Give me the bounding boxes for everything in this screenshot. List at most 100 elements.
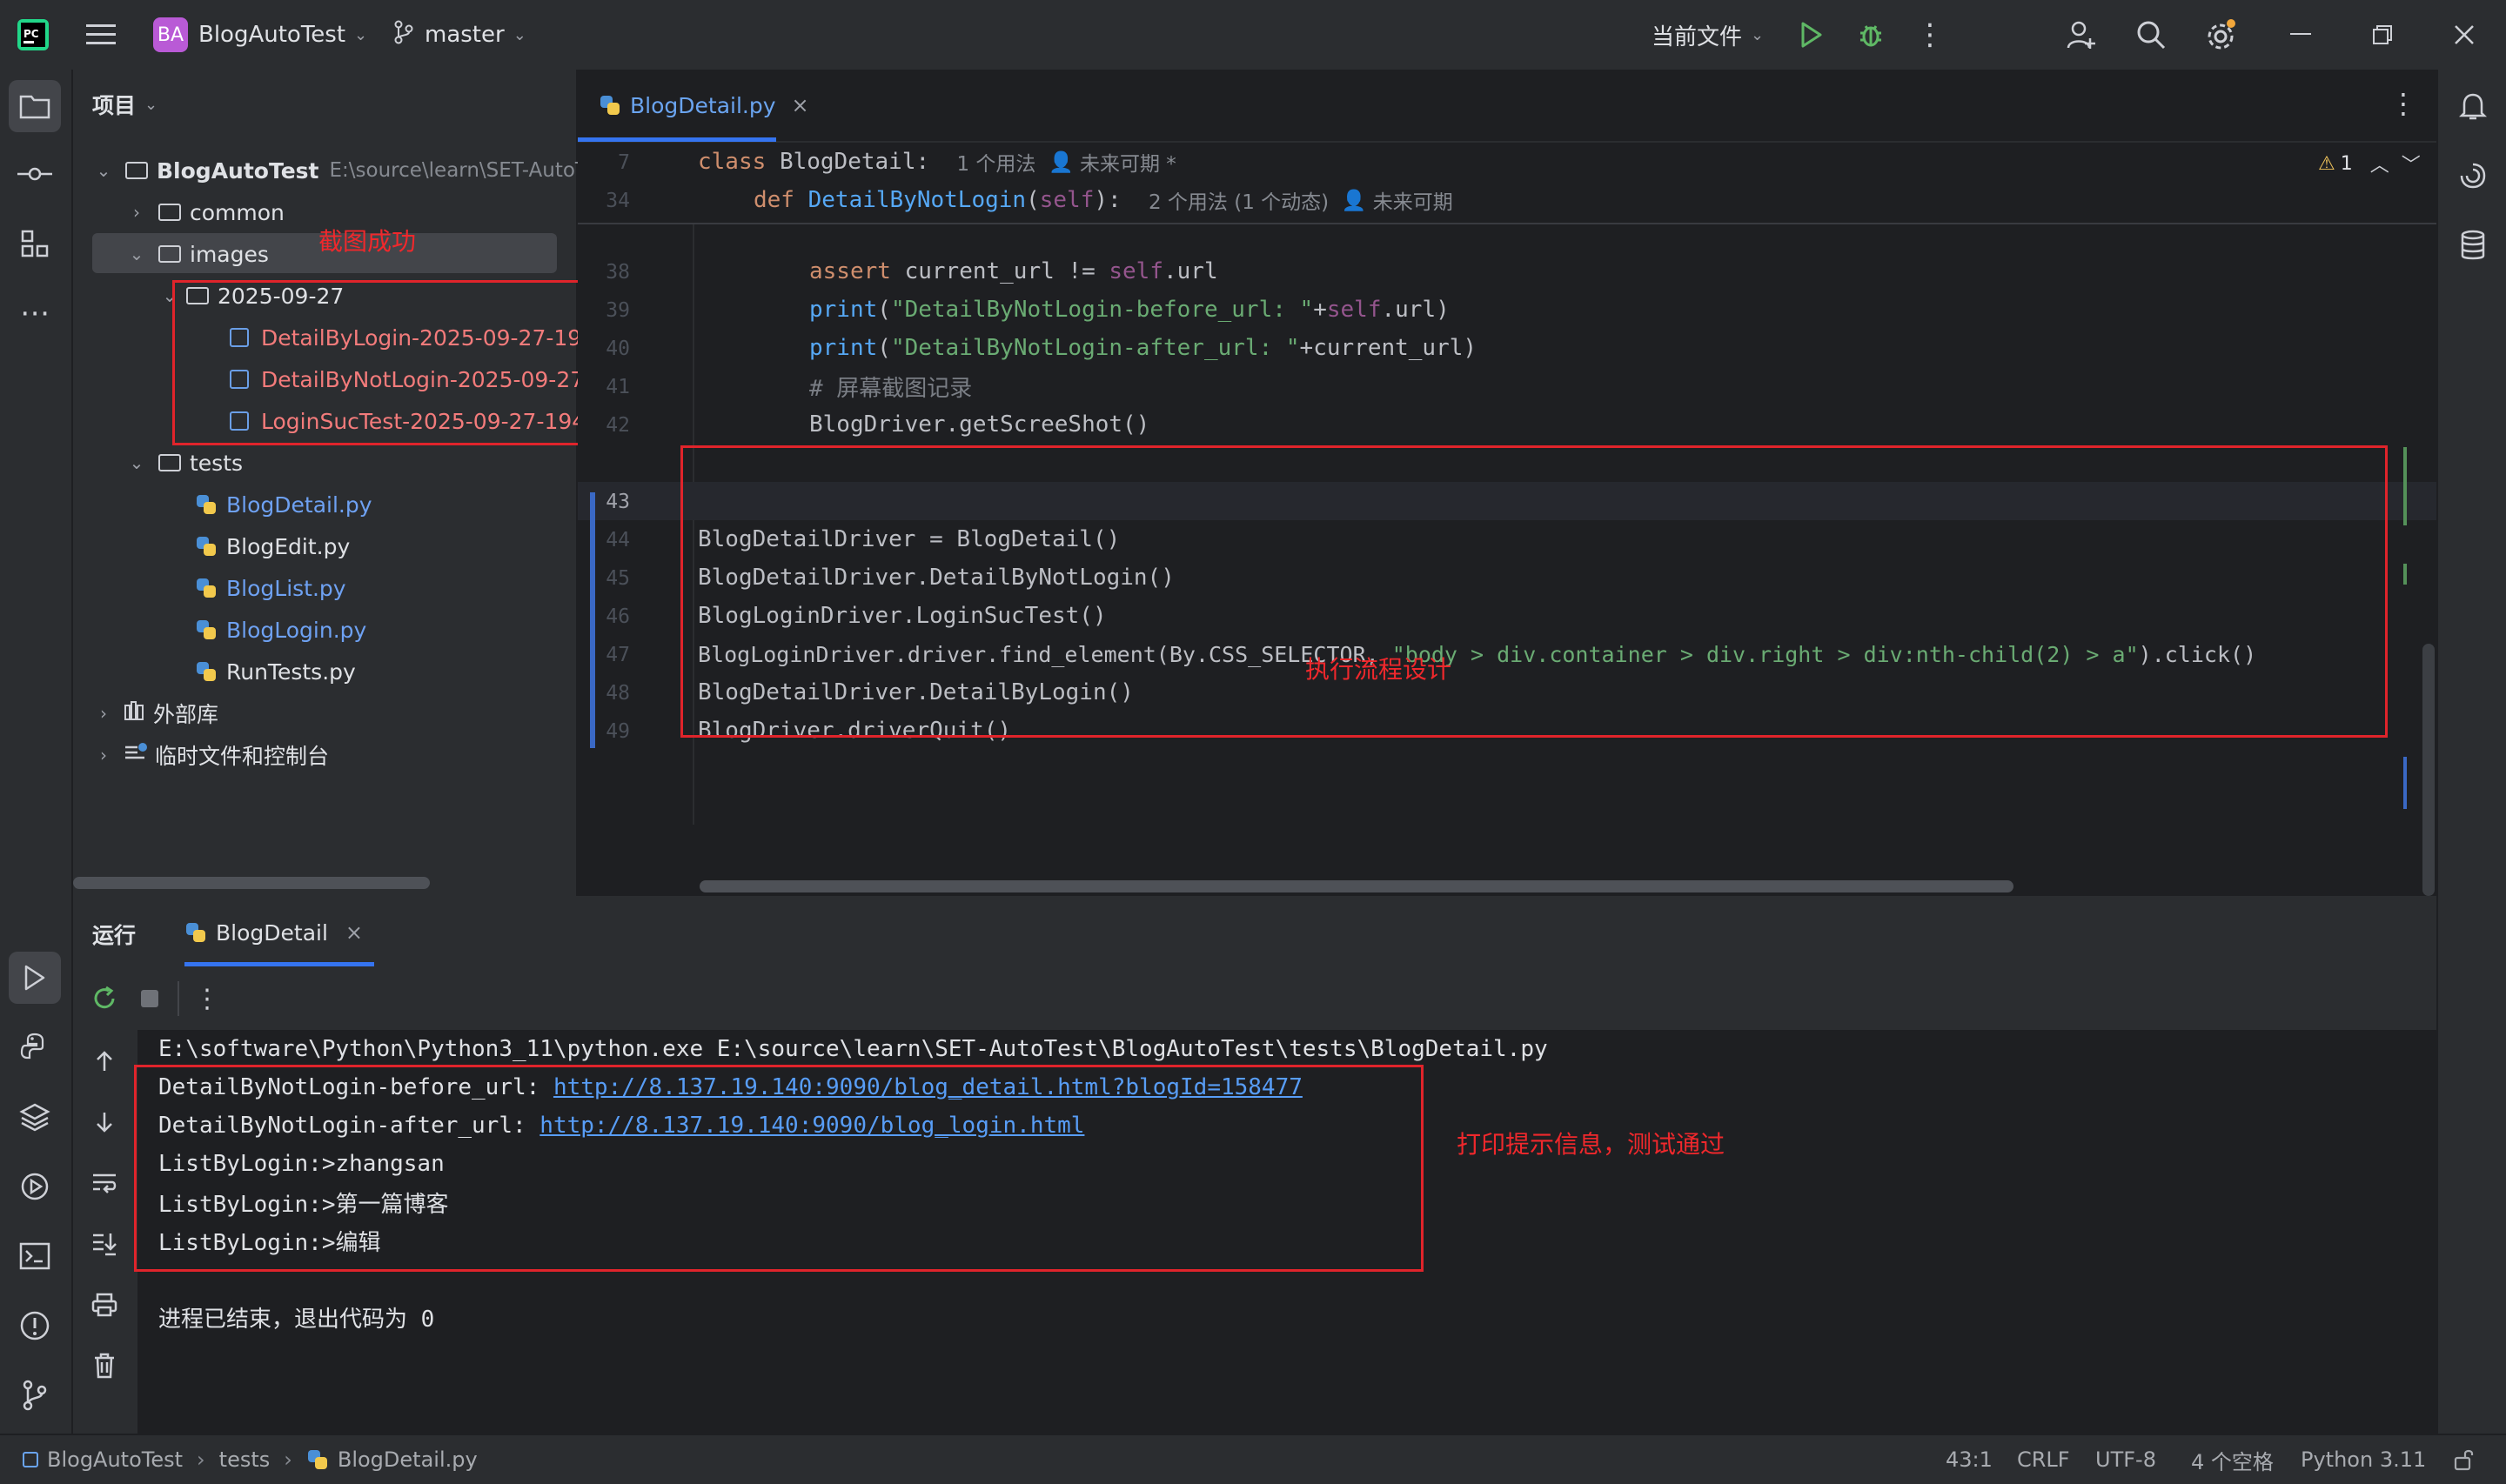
close-tab-icon[interactable]: ×	[792, 93, 809, 117]
arrow-down-icon[interactable]	[89, 1106, 120, 1138]
cursor-position[interactable]: 43:1	[1946, 1435, 1993, 1484]
python-console-icon[interactable]	[9, 1021, 61, 1073]
status-bar: BlogAutoTest › tests › BlogDetail.py 43:…	[0, 1434, 2506, 1484]
code-line-42[interactable]: 42 BlogDriver.getScreeShot()	[578, 405, 2405, 444]
code-line-40[interactable]: 40 print("DetailByNotLogin-after_url: " +…	[578, 329, 2405, 367]
structure-icon[interactable]	[9, 217, 61, 270]
git-icon[interactable]	[9, 1369, 61, 1421]
console-line-exit[interactable]: 进程已结束，退出代码为 0	[158, 1298, 434, 1336]
rerun-icon[interactable]	[89, 983, 120, 1014]
chevron-up-icon[interactable]: ︿	[2370, 150, 2389, 177]
editor-tab-blogdetail[interactable]: BlogDetail.py ×	[599, 70, 809, 141]
chevron-down-icon: ⌄	[129, 244, 144, 264]
tree-item-file[interactable]: RunTests.py	[195, 651, 356, 692]
arrow-up-icon[interactable]	[89, 1046, 120, 1077]
line-separator[interactable]: CRLF	[2017, 1435, 2070, 1484]
code-line-39[interactable]: 39 print("DetailByNotLogin-before_url: "…	[578, 291, 2405, 329]
project-switcher[interactable]: BA BlogAutoTest ⌄	[153, 0, 367, 70]
tree-item-file[interactable]: BlogLogin.py	[195, 609, 366, 651]
settings-gear-icon[interactable]	[2201, 16, 2240, 54]
editor-more-icon[interactable]: ⋮	[2389, 87, 2417, 120]
trash-icon[interactable]	[89, 1350, 120, 1381]
sticky-line-def[interactable]: 34 def DetailByNotLogin(self): 2 个用法 (1 …	[578, 181, 2436, 219]
close-tab-icon[interactable]: ×	[345, 920, 363, 945]
breadcrumb: BlogAutoTest › tests › BlogDetail.py	[23, 1435, 478, 1484]
notifications-bell-icon[interactable]	[2447, 80, 2499, 132]
tree-item-file[interactable]: BlogDetail.py	[195, 484, 372, 525]
breadcrumb-item[interactable]: BlogDetail.py	[338, 1447, 478, 1472]
inspection-widget[interactable]: ⚠ 1 ︿ ﹀	[2318, 150, 2421, 177]
tree-item-external-libs[interactable]: › 外部库	[94, 692, 218, 734]
editor-vertical-scrollbar[interactable]	[2422, 644, 2435, 896]
more-tools-icon[interactable]: ⋯	[9, 287, 61, 339]
indent-setting[interactable]: 4 个空格	[2191, 1435, 2274, 1484]
editor-horizontal-scrollbar[interactable]	[700, 880, 2014, 892]
sticky-line-class[interactable]: 7 class BlogDetail: 1 个用法 👤 未来可期 *	[578, 143, 2436, 181]
breadcrumb-item[interactable]: BlogAutoTest	[47, 1447, 183, 1472]
run-config-label: 当前文件	[1652, 23, 1743, 50]
code-line-38[interactable]: 38 assert current_url != self .url	[578, 252, 2405, 291]
chevron-down-icon[interactable]: ﹀	[2402, 150, 2421, 177]
print-icon[interactable]	[89, 1289, 120, 1320]
commit-icon[interactable]	[9, 148, 61, 200]
soft-wrap-icon[interactable]	[89, 1167, 120, 1199]
run-tab-blogdetail[interactable]: BlogDetail ×	[184, 898, 363, 967]
author-hint[interactable]: 未来可期 *	[1080, 147, 1176, 177]
project-horizontal-scrollbar[interactable]	[73, 877, 430, 889]
tree-item-common[interactable]: › common	[127, 191, 285, 233]
more-actions-icon[interactable]: ⋮	[1913, 17, 1947, 52]
param: self	[1039, 187, 1095, 213]
warning-count: 1	[2340, 152, 2353, 175]
search-icon[interactable]	[2134, 17, 2168, 52]
branch-switcher[interactable]: master ⌄	[393, 0, 526, 70]
console-line-command[interactable]: E:\software\Python\Python3_11\python.exe…	[158, 1030, 1548, 1068]
line-number: 7	[618, 151, 630, 174]
run-tool-icon[interactable]	[9, 952, 61, 1004]
run-icon[interactable]	[1794, 17, 1829, 52]
tree-item-file[interactable]: BlogList.py	[195, 567, 346, 609]
sticky-lines: 7 class BlogDetail: 1 个用法 👤 未来可期 * 34 de…	[578, 143, 2436, 224]
file-encoding[interactable]: UTF-8	[2095, 1435, 2156, 1484]
unlock-icon[interactable]	[2454, 1435, 2475, 1484]
tree-root[interactable]: ⌄ BlogAutoTest E:\source\learn\SET-AutoT	[94, 150, 587, 191]
project-name: BlogAutoTest	[198, 22, 346, 48]
usage-hint[interactable]: 1 个用法	[956, 147, 1035, 177]
author-hint[interactable]: 未来可期	[1373, 185, 1453, 215]
ai-assistant-icon[interactable]	[2447, 150, 2499, 202]
python-interpreter[interactable]: Python 3.11	[2301, 1435, 2426, 1484]
problems-icon[interactable]	[9, 1300, 61, 1352]
main-menu-icon[interactable]	[84, 17, 118, 52]
layers-icon[interactable]	[9, 1091, 61, 1143]
stop-icon[interactable]	[134, 983, 165, 1014]
chevron-right-icon: ›	[133, 202, 140, 223]
python-file-icon	[195, 493, 218, 516]
services-icon[interactable]	[9, 1160, 61, 1213]
breadcrumb-item[interactable]: tests	[219, 1447, 271, 1472]
tree-item-scratches[interactable]: › 临时文件和控制台	[94, 734, 329, 776]
scroll-marker	[2403, 447, 2407, 525]
tree-item-label: RunTests.py	[226, 658, 356, 685]
project-panel-header[interactable]: 项目 ⌄	[92, 89, 157, 120]
add-user-icon[interactable]	[2064, 17, 2099, 52]
project-folder-icon[interactable]	[9, 80, 61, 132]
restore-icon[interactable]	[2365, 17, 2400, 52]
terminal-icon[interactable]	[9, 1230, 61, 1282]
chevron-down-icon: ⌄	[129, 452, 144, 473]
module-icon	[23, 1452, 38, 1467]
python-file-icon	[184, 921, 207, 944]
close-window-icon[interactable]	[2447, 17, 2482, 52]
code-line-41[interactable]: 41 # 屏幕截图记录	[578, 367, 2405, 405]
usage-hint[interactable]: 2 个用法 (1 个动态)	[1149, 185, 1329, 215]
tree-item-file[interactable]: BlogEdit.py	[195, 525, 350, 567]
minimize-icon[interactable]	[2283, 17, 2318, 52]
tree-item-tests[interactable]: ⌄ tests	[127, 442, 243, 484]
run-more-icon[interactable]: ⋮	[191, 983, 223, 1014]
scroll-to-end-icon[interactable]	[89, 1228, 120, 1260]
run-config-selector[interactable]: 当前文件 ⌄	[1652, 0, 1764, 70]
python-file-icon	[195, 618, 218, 641]
tree-root-path: E:\source\learn\SET-AutoT	[329, 159, 587, 182]
debug-icon[interactable]	[1853, 17, 1888, 52]
tree-item-images[interactable]: ⌄ images	[127, 233, 269, 275]
database-icon[interactable]	[2447, 219, 2499, 271]
tree-item-label: 外部库	[153, 702, 219, 727]
